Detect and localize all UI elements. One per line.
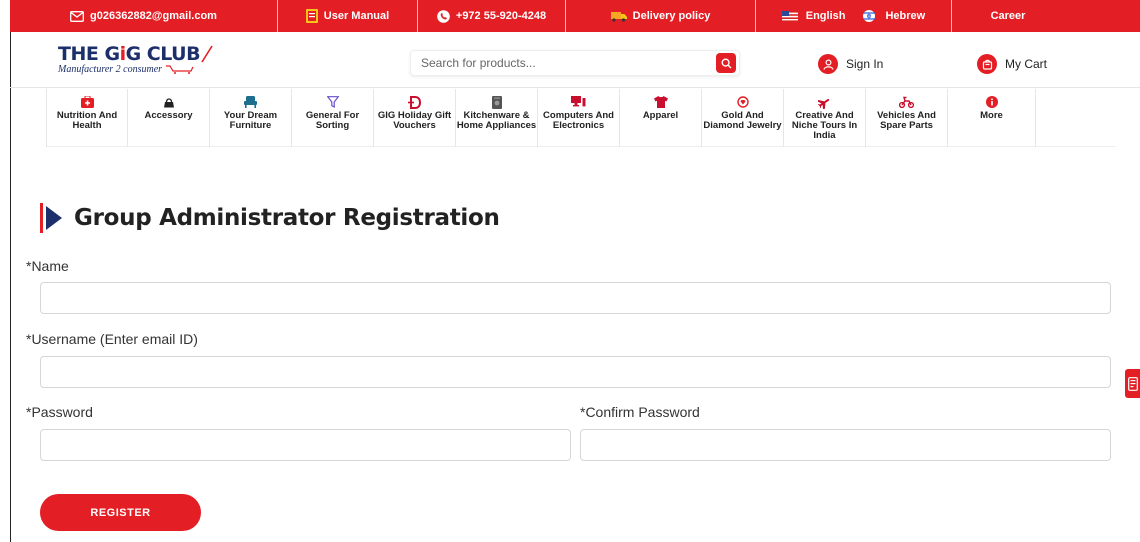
username-field[interactable] <box>40 356 1111 388</box>
logo-tagline: Manufacturer 2 consumer <box>58 64 214 75</box>
page-heading: Group Administrator Registration <box>40 203 500 233</box>
category-more[interactable]: More <box>948 89 1036 147</box>
user-manual-text: User Manual <box>323 10 390 22</box>
category-apparel[interactable]: Apparel <box>620 89 702 147</box>
manual-book-icon <box>305 9 318 23</box>
sign-in-link[interactable]: Sign In <box>818 54 883 74</box>
page-title: Group Administrator Registration <box>74 205 500 231</box>
register-button[interactable]: REGISTER <box>40 494 201 531</box>
shirt-icon <box>653 95 668 109</box>
us-flag-icon <box>781 10 798 22</box>
category-tours[interactable]: Creative And Niche Tours In India <box>784 89 866 147</box>
bag-icon <box>163 95 175 109</box>
confirm-password-label: *Confirm Password <box>580 404 700 420</box>
israel-flag-icon <box>861 10 877 22</box>
username-label: *Username (Enter email ID) <box>26 331 198 347</box>
category-kitchenware[interactable]: Kitchenware & Home Appliances <box>456 89 538 147</box>
mail-icon <box>70 10 84 22</box>
search-input[interactable] <box>411 51 716 75</box>
site-logo[interactable]: THE GiG CLUB Manufacturer 2 consumer <box>58 44 214 75</box>
password-label: *Password <box>26 404 93 420</box>
whatsapp-icon <box>437 9 450 23</box>
top-bar: g026362882@gmail.com User Manual +972 55… <box>10 0 1140 32</box>
category-vehicles[interactable]: Vehicles And Spare Parts <box>866 89 948 147</box>
side-feedback-tab[interactable] <box>1125 369 1140 398</box>
search-icon <box>720 57 732 69</box>
category-gift-vouchers[interactable]: GIG Holiday Gift Vouchers <box>374 89 456 147</box>
filter-icon <box>326 95 339 109</box>
category-computers[interactable]: Computers And Electronics <box>538 89 620 147</box>
name-label: *Name <box>26 258 69 274</box>
user-icon <box>818 54 838 74</box>
name-field[interactable] <box>40 282 1111 314</box>
user-manual-link[interactable]: User Manual <box>278 0 418 32</box>
delivery-truck-icon <box>610 11 627 22</box>
main-header: THE GiG CLUB Manufacturer 2 consumer Sig… <box>10 32 1140 88</box>
category-general-sorting[interactable]: General For Sorting <box>292 89 374 147</box>
gift-voucher-icon <box>408 95 421 109</box>
category-accessory[interactable]: Accessory <box>128 89 210 147</box>
scooter-icon <box>899 95 914 109</box>
category-nav: Nutrition And Health Accessory Your Drea… <box>46 89 1116 147</box>
password-field[interactable] <box>40 429 571 461</box>
ring-icon <box>736 95 749 109</box>
career-link[interactable]: Career <box>952 0 1064 32</box>
career-text: Career <box>990 10 1026 22</box>
category-furniture[interactable]: Your Dream Furniture <box>210 89 292 147</box>
feedback-icon <box>1127 376 1138 391</box>
my-cart-link[interactable]: My Cart <box>977 54 1047 74</box>
lang-hebrew[interactable]: Hebrew <box>885 10 925 22</box>
sign-in-text: Sign In <box>846 57 884 71</box>
language-switcher: English Hebrew <box>756 0 952 32</box>
appliance-icon <box>491 95 502 109</box>
plane-icon <box>818 95 831 109</box>
computer-icon <box>571 95 586 109</box>
heading-arrow-icon <box>40 203 64 233</box>
phone-link[interactable]: +972 55-920-4248 <box>418 0 566 32</box>
search-bar <box>410 50 740 76</box>
medkit-icon <box>80 95 94 109</box>
delivery-text: Delivery policy <box>632 10 711 22</box>
category-nutrition-health[interactable]: Nutrition And Health <box>46 89 128 147</box>
lang-english[interactable]: English <box>806 10 846 22</box>
email-text: g026362882@gmail.com <box>90 10 217 22</box>
info-icon <box>985 95 998 109</box>
logo-title: THE GiG CLUB <box>58 44 214 64</box>
cart-icon <box>977 54 997 74</box>
category-jewelry[interactable]: Gold And Diamond Jewelry <box>702 89 784 147</box>
delivery-policy-link[interactable]: Delivery policy <box>566 0 756 32</box>
chair-icon <box>244 95 257 109</box>
search-button[interactable] <box>716 53 736 73</box>
confirm-password-field[interactable] <box>580 429 1111 461</box>
cart-text: My Cart <box>1005 57 1047 71</box>
email-link[interactable]: g026362882@gmail.com <box>10 0 278 32</box>
phone-text: +972 55-920-4248 <box>455 10 547 22</box>
